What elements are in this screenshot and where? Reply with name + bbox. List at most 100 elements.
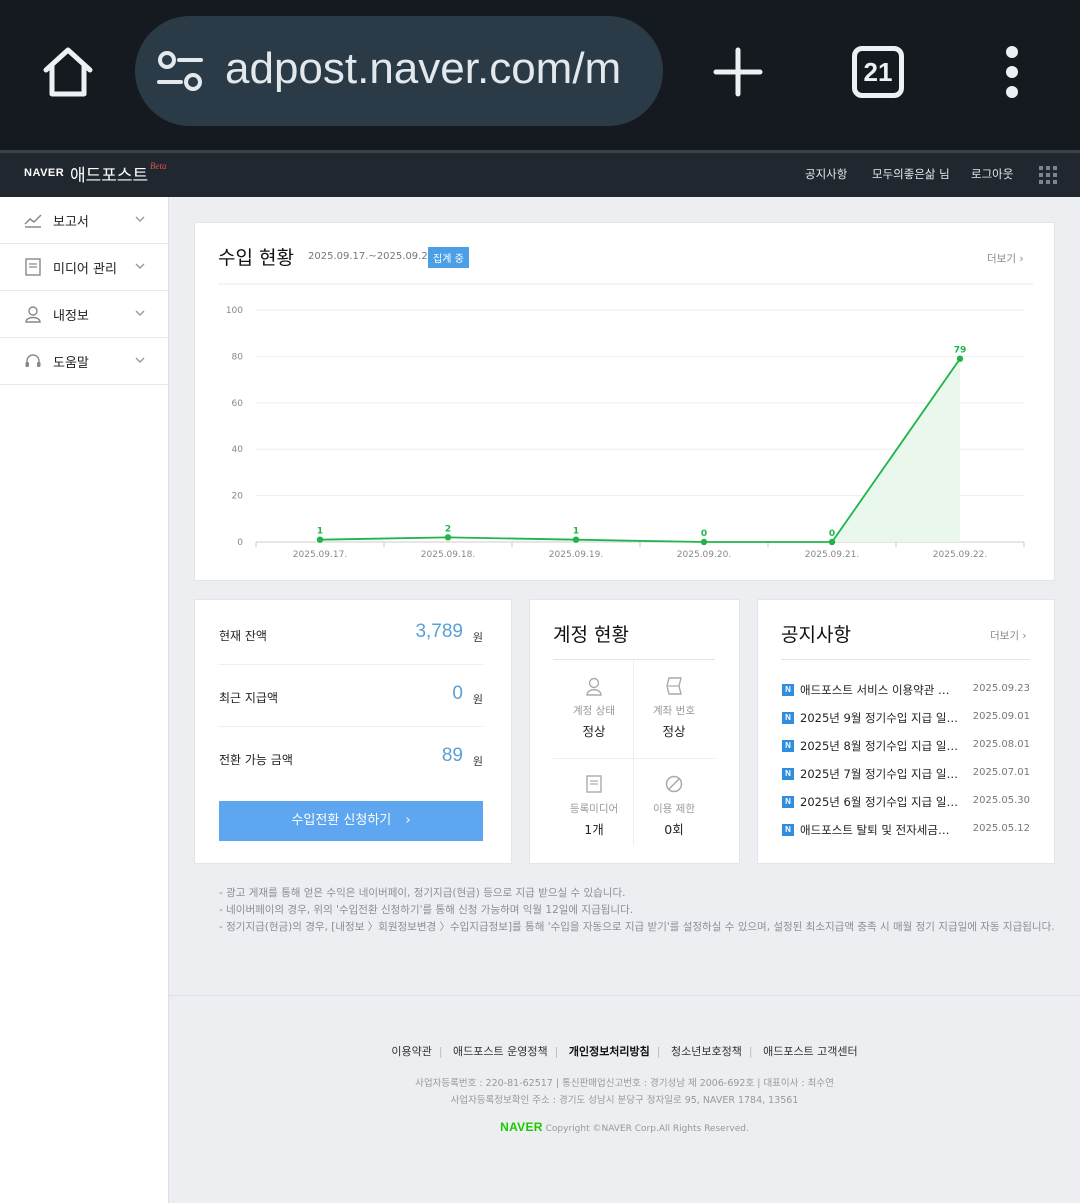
url-text[interactable]: adpost.naver.com/m [225, 38, 643, 100]
sidebar-item-myinfo[interactable]: 내정보 [0, 291, 168, 338]
new-badge: N [782, 712, 794, 724]
notice-item[interactable]: N 2025년 6월 정기수입 지급 일정 안내 2025.05.30 [782, 793, 1030, 813]
notice-item[interactable]: N 2025년 8월 정기수입 지급 일정 안내 2025.08.01 [782, 737, 1030, 757]
data-label: 1 [317, 527, 323, 537]
income-card: 수입 현황 2025.09.17.~2025.09.23. 집계 중 더보기 ›… [194, 222, 1055, 581]
data-label: 0 [829, 529, 835, 539]
adpost-logo[interactable]: 애드포스트 [70, 161, 148, 186]
balance-label: 현재 잔액 [219, 629, 267, 643]
account-label: 계정 상태 [573, 705, 615, 717]
divider [553, 758, 715, 759]
account-value: 1개 [584, 822, 604, 837]
new-badge: N [782, 768, 794, 780]
sidebar-item-label: 도움말 [53, 356, 89, 371]
account-label: 이용 제한 [653, 803, 695, 815]
home-icon[interactable] [38, 42, 98, 102]
site-settings-icon[interactable] [157, 50, 203, 92]
more-menu-icon[interactable] [996, 44, 1028, 100]
data-label: 0 [701, 529, 707, 539]
notice-item-date: 2025.05.12 [972, 823, 1030, 834]
notice-item-title[interactable]: 2025년 7월 정기수입 지급 일정 안내 [800, 766, 958, 782]
info-note: - 네이버페이의 경우, 위의 '수입전환 신청하기'를 통해 신청 가능하며 … [219, 904, 634, 916]
balance-label: 전환 가능 금액 [219, 753, 293, 767]
notice-more-link[interactable]: 더보기 › [990, 628, 1027, 643]
url-bar[interactable]: adpost.naver.com/m [135, 16, 663, 126]
notice-item-title[interactable]: 2025년 8월 정기수입 지급 일정 안내 [800, 738, 958, 754]
user-icon [586, 677, 602, 696]
notice-item-title[interactable]: 애드포스트 서비스 이용약관 변경 안내 [800, 682, 958, 698]
sidebar-item-label: 미디어 관리 [53, 262, 117, 277]
footer-business-info: 사업자등록번호 : 220-81-62517 | 통신판매업신고번호 : 경기성… [415, 1078, 834, 1089]
x-tick-label: 2025.09.21. [805, 550, 859, 560]
footer-link-privacy[interactable]: 개인정보처리방침 [569, 1045, 650, 1058]
footer-link-policy[interactable]: 애드포스트 운영정책 [453, 1045, 548, 1058]
prohibited-icon [665, 775, 683, 793]
x-tick-label: 2025.09.17. [293, 550, 347, 560]
y-tick-label: 20 [232, 492, 244, 502]
document-icon [586, 775, 602, 793]
tab-switcher-button[interactable]: 21 [852, 46, 904, 98]
apps-grid-icon[interactable] [1039, 166, 1057, 184]
footer-link-terms[interactable]: 이용약관 [391, 1045, 431, 1058]
account-restriction-cell: 이용 제한 0회 [634, 774, 714, 838]
info-note: - 광고 게재를 통해 얻은 수익은 네이버페이, 정기지급(현금) 등으로 지… [219, 887, 626, 899]
new-badge: N [782, 740, 794, 752]
naver-logo[interactable]: NAVER [24, 167, 64, 179]
account-media-cell: 등록미디어 1개 [554, 774, 634, 838]
header-user-name[interactable]: 모두의좋은삶 님 [872, 166, 950, 182]
new-badge: N [782, 684, 794, 696]
y-tick-label: 100 [226, 306, 243, 316]
footer-address: 사업자등록정보확인 주소 : 경기도 성남시 분당구 정자일로 95, NAVE… [450, 1095, 799, 1106]
notice-item[interactable]: N 애드포스트 탈퇴 및 전자세금계산서 안내 2025.05.12 [782, 821, 1030, 841]
convert-income-button[interactable]: 수입전환 신청하기 › [219, 801, 483, 841]
sidebar-item-help[interactable]: 도움말 [0, 338, 168, 385]
data-point [828, 538, 836, 546]
sidebar-item-label: 내정보 [53, 309, 89, 324]
account-bank-cell: 계좌 번호 정상 [634, 676, 714, 740]
info-notes: - 광고 게재를 통해 얻은 수익은 네이버페이, 정기지급(현금) 등으로 지… [219, 885, 1055, 936]
site-header: NAVER 애드포스트 Beta 공지사항 모두의좋은삶 님 로그아웃 [0, 150, 1080, 197]
notice-item-title[interactable]: 애드포스트 탈퇴 및 전자세금계산서 안내 [800, 822, 958, 838]
balance-value: 0 [452, 683, 463, 704]
notice-item-date: 2025.07.01 [972, 767, 1030, 778]
sidebar-item-label: 보고서 [53, 215, 89, 230]
new-badge: N [782, 824, 794, 836]
chart-line-icon [24, 214, 42, 228]
footer-link-youth[interactable]: 청소년보호정책 [671, 1045, 742, 1058]
account-status-cell: 계정 상태 정상 [554, 676, 634, 740]
headset-icon [25, 354, 41, 367]
data-label: 79 [954, 346, 967, 356]
naver-logo[interactable]: NAVER [500, 1120, 543, 1134]
info-note: - 정기지급(현금)의 경우, [내정보 〉회원정보변경 〉수입지급정보]를 통… [219, 921, 1055, 933]
browser-toolbar: adpost.naver.com/m 21 [0, 0, 1080, 150]
account-value: 정상 [582, 724, 606, 739]
balance-value: 3,789 [415, 621, 463, 642]
footer-copyright: NAVER Copyright ©NAVER Corp.All Rights R… [169, 1120, 1080, 1134]
notice-item[interactable]: N 애드포스트 서비스 이용약관 변경 안내 2025.09.23 [782, 681, 1030, 701]
notice-item[interactable]: N 2025년 7월 정기수입 지급 일정 안내 2025.07.01 [782, 765, 1030, 785]
x-tick-label: 2025.09.20. [677, 550, 731, 560]
y-tick-label: 40 [232, 445, 244, 455]
x-tick-label: 2025.09.18. [421, 550, 475, 560]
y-tick-label: 60 [232, 399, 244, 409]
balance-label: 최근 지급액 [219, 691, 279, 705]
footer-link-support[interactable]: 애드포스트 고객센터 [763, 1045, 858, 1058]
notice-item-title[interactable]: 2025년 9월 정기수입 지급 일정 안내 [800, 710, 958, 726]
copyright-text: Copyright ©NAVER Corp.All Rights Reserve… [545, 1124, 749, 1134]
footer: 이용약관 | 애드포스트 운영정책 | 개인정보처리방침 | 청소년보호정책 | 애드포… [169, 995, 1080, 1203]
notice-item-date: 2025.05.30 [972, 795, 1030, 806]
sidebar-item-report[interactable]: 보고서 [0, 197, 168, 244]
notice-item-date: 2025.09.23 [972, 683, 1030, 694]
sidebar-item-media[interactable]: 미디어 관리 [0, 244, 168, 291]
beta-mark: Beta [150, 161, 167, 171]
logout-link[interactable]: 로그아웃 [971, 166, 1013, 182]
income-chart: 0204060801002025.09.17. 2025.09.18. 2025.0… [218, 283, 1033, 560]
data-label: 1 [573, 527, 579, 537]
data-point [316, 536, 324, 543]
notice-item[interactable]: N 2025년 9월 정기수입 지급 일정 안내 2025.09.01 [782, 709, 1030, 729]
new-tab-icon[interactable] [710, 44, 766, 100]
header-notice-link[interactable]: 공지사항 [805, 166, 847, 182]
bankbook-icon [666, 677, 682, 695]
data-point [700, 538, 708, 546]
notice-item-title[interactable]: 2025년 6월 정기수입 지급 일정 안내 [800, 794, 958, 810]
